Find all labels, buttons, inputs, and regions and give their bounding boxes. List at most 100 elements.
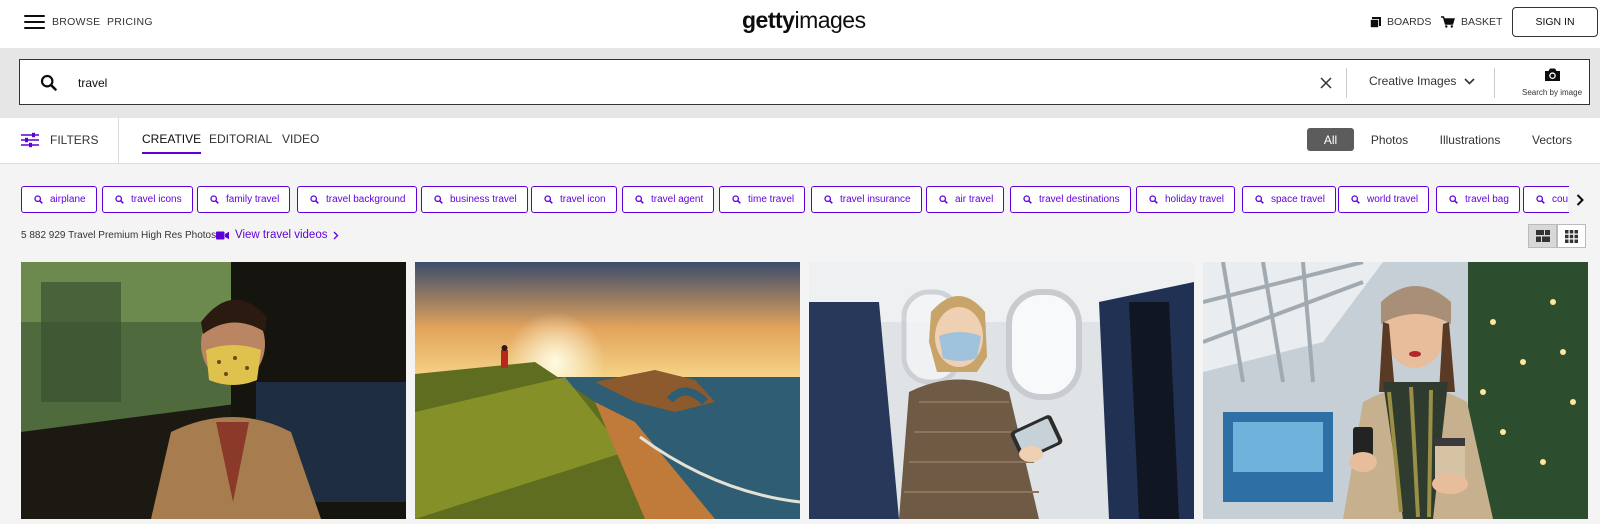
- keyword-chip[interactable]: space travel: [1242, 186, 1336, 213]
- basket-link[interactable]: BASKET: [1441, 16, 1502, 28]
- logo-light-text: images: [794, 7, 866, 33]
- keyword-chip[interactable]: world travel: [1338, 186, 1430, 213]
- camera-icon: [1544, 68, 1560, 81]
- keyword-label: holiday travel: [1165, 194, 1224, 205]
- keyword-chip[interactable]: business travel: [421, 186, 528, 213]
- content-type-label: Creative Images: [1369, 74, 1457, 88]
- filters-button[interactable]: FILTERS: [20, 132, 98, 148]
- video-camera-icon: [216, 231, 229, 239]
- search-icon: [115, 195, 124, 204]
- keyword-label: world travel: [1367, 194, 1419, 205]
- mosaic-grid-icon: [1535, 230, 1550, 242]
- boards-label: BOARDS: [1387, 16, 1432, 28]
- keyword-chip[interactable]: airplane: [21, 186, 97, 213]
- keyword-chip[interactable]: travel icon: [531, 186, 617, 213]
- photo-coastal-cliff-sunset-hiker[interactable]: [415, 262, 800, 519]
- search-icon: [635, 195, 644, 204]
- view-videos-label: View travel videos: [235, 229, 328, 241]
- search-icon: [434, 195, 443, 204]
- keyword-label: couple travel: [1552, 194, 1569, 205]
- tab-creative[interactable]: CREATIVE: [142, 132, 202, 154]
- keyword-label: travel destinations: [1039, 194, 1120, 205]
- nav-browse[interactable]: BROWSE: [52, 16, 100, 28]
- result-count: 5 882 929 Travel Premium High Res Photos: [21, 230, 217, 241]
- search-icon: [824, 195, 833, 204]
- keyword-chip[interactable]: holiday travel: [1136, 186, 1235, 213]
- sign-in-button[interactable]: SIGN IN: [1512, 7, 1598, 37]
- keyword-label: travel insurance: [840, 194, 911, 205]
- filter-bar: FILTERS CREATIVE EDITORIAL VIDEO All Pho…: [0, 118, 1600, 164]
- search-icon: [1255, 195, 1264, 204]
- basket-label: BASKET: [1461, 16, 1503, 28]
- keyword-label: travel background: [326, 194, 406, 205]
- search-icon: [34, 195, 43, 204]
- sliders-icon: [21, 132, 39, 148]
- related-keywords: airplane travel icons family travel trav…: [21, 186, 1569, 214]
- media-type-vectors[interactable]: Vectors: [1530, 128, 1574, 151]
- search-icon: [544, 195, 553, 204]
- search-box: Creative Images Search by image: [19, 59, 1590, 105]
- chevron-down-icon: [1464, 77, 1475, 85]
- search-icon: [1351, 195, 1360, 204]
- keyword-chip[interactable]: time travel: [719, 186, 806, 213]
- search-icon: [939, 195, 948, 204]
- keyword-chip[interactable]: family travel: [197, 186, 291, 213]
- search-icon: [1149, 195, 1158, 204]
- keyword-label: travel icons: [131, 194, 182, 205]
- keyword-label: time travel: [748, 194, 795, 205]
- keyword-chip[interactable]: air travel: [926, 186, 1005, 213]
- photo-woman-with-phone-and-coffee-at-station[interactable]: [1203, 262, 1588, 519]
- keyword-chip[interactable]: travel insurance: [811, 186, 922, 213]
- grid-view-toggle[interactable]: [1557, 224, 1586, 248]
- keyword-label: airplane: [50, 194, 86, 205]
- keyword-label: space travel: [1271, 194, 1325, 205]
- media-type-photos[interactable]: Photos: [1370, 128, 1409, 151]
- keyword-label: travel agent: [651, 194, 704, 205]
- divider: [1346, 68, 1347, 98]
- photo-woman-wearing-mask-on-airplane[interactable]: [809, 262, 1194, 519]
- keyword-chip[interactable]: travel bag: [1436, 186, 1520, 213]
- search-icon: [1023, 195, 1032, 204]
- search-icon[interactable]: [40, 74, 58, 92]
- tab-video[interactable]: VIDEO: [282, 132, 319, 152]
- keyword-chip[interactable]: travel background: [297, 186, 417, 213]
- search-band: Creative Images Search by image: [0, 48, 1600, 118]
- media-type-all[interactable]: All: [1307, 128, 1354, 151]
- keyword-label: travel bag: [1465, 194, 1509, 205]
- keyword-label: business travel: [450, 194, 517, 205]
- menu-icon[interactable]: [24, 15, 45, 30]
- keyword-chip[interactable]: couple travel: [1523, 186, 1569, 213]
- boards-link[interactable]: BOARDS: [1370, 16, 1431, 28]
- keyword-chip[interactable]: travel agent: [622, 186, 715, 213]
- tab-editorial[interactable]: EDITORIAL: [209, 132, 272, 152]
- divider: [1494, 68, 1495, 98]
- content-type-dropdown[interactable]: Creative Images: [1369, 74, 1475, 88]
- keyword-label: air travel: [955, 194, 994, 205]
- keyword-label: travel icon: [560, 194, 606, 205]
- search-icon: [1536, 195, 1545, 204]
- basket-icon: [1441, 16, 1455, 28]
- keyword-chip[interactable]: travel icons: [102, 186, 193, 213]
- search-icon: [1449, 195, 1458, 204]
- keyword-chip[interactable]: travel destinations: [1010, 186, 1131, 213]
- search-by-image-label: Search by image: [1521, 88, 1583, 97]
- photo-man-wearing-mask-on-train[interactable]: [21, 262, 406, 519]
- nav-pricing[interactable]: PRICING: [107, 16, 153, 28]
- close-icon[interactable]: [1316, 73, 1336, 93]
- chevron-right-icon[interactable]: [1568, 188, 1592, 212]
- grid-icon: [1565, 229, 1578, 243]
- top-navigation: BROWSE PRICING gettyimages BOARDS BASKET…: [0, 0, 1600, 48]
- search-by-image-button[interactable]: Search by image: [1512, 67, 1592, 97]
- view-videos-link[interactable]: View travel videos: [216, 229, 339, 241]
- mosaic-view-toggle[interactable]: [1528, 224, 1557, 248]
- search-icon: [210, 195, 219, 204]
- search-icon: [732, 195, 741, 204]
- search-input[interactable]: [78, 70, 1228, 96]
- filters-label: FILTERS: [50, 133, 99, 147]
- boards-icon: [1370, 16, 1381, 28]
- search-icon: [310, 195, 319, 204]
- logo-bold-text: getty: [742, 7, 795, 33]
- getty-images-logo[interactable]: gettyimages: [742, 7, 866, 34]
- keyword-label: family travel: [226, 194, 280, 205]
- media-type-illustrations[interactable]: Illustrations: [1437, 128, 1503, 151]
